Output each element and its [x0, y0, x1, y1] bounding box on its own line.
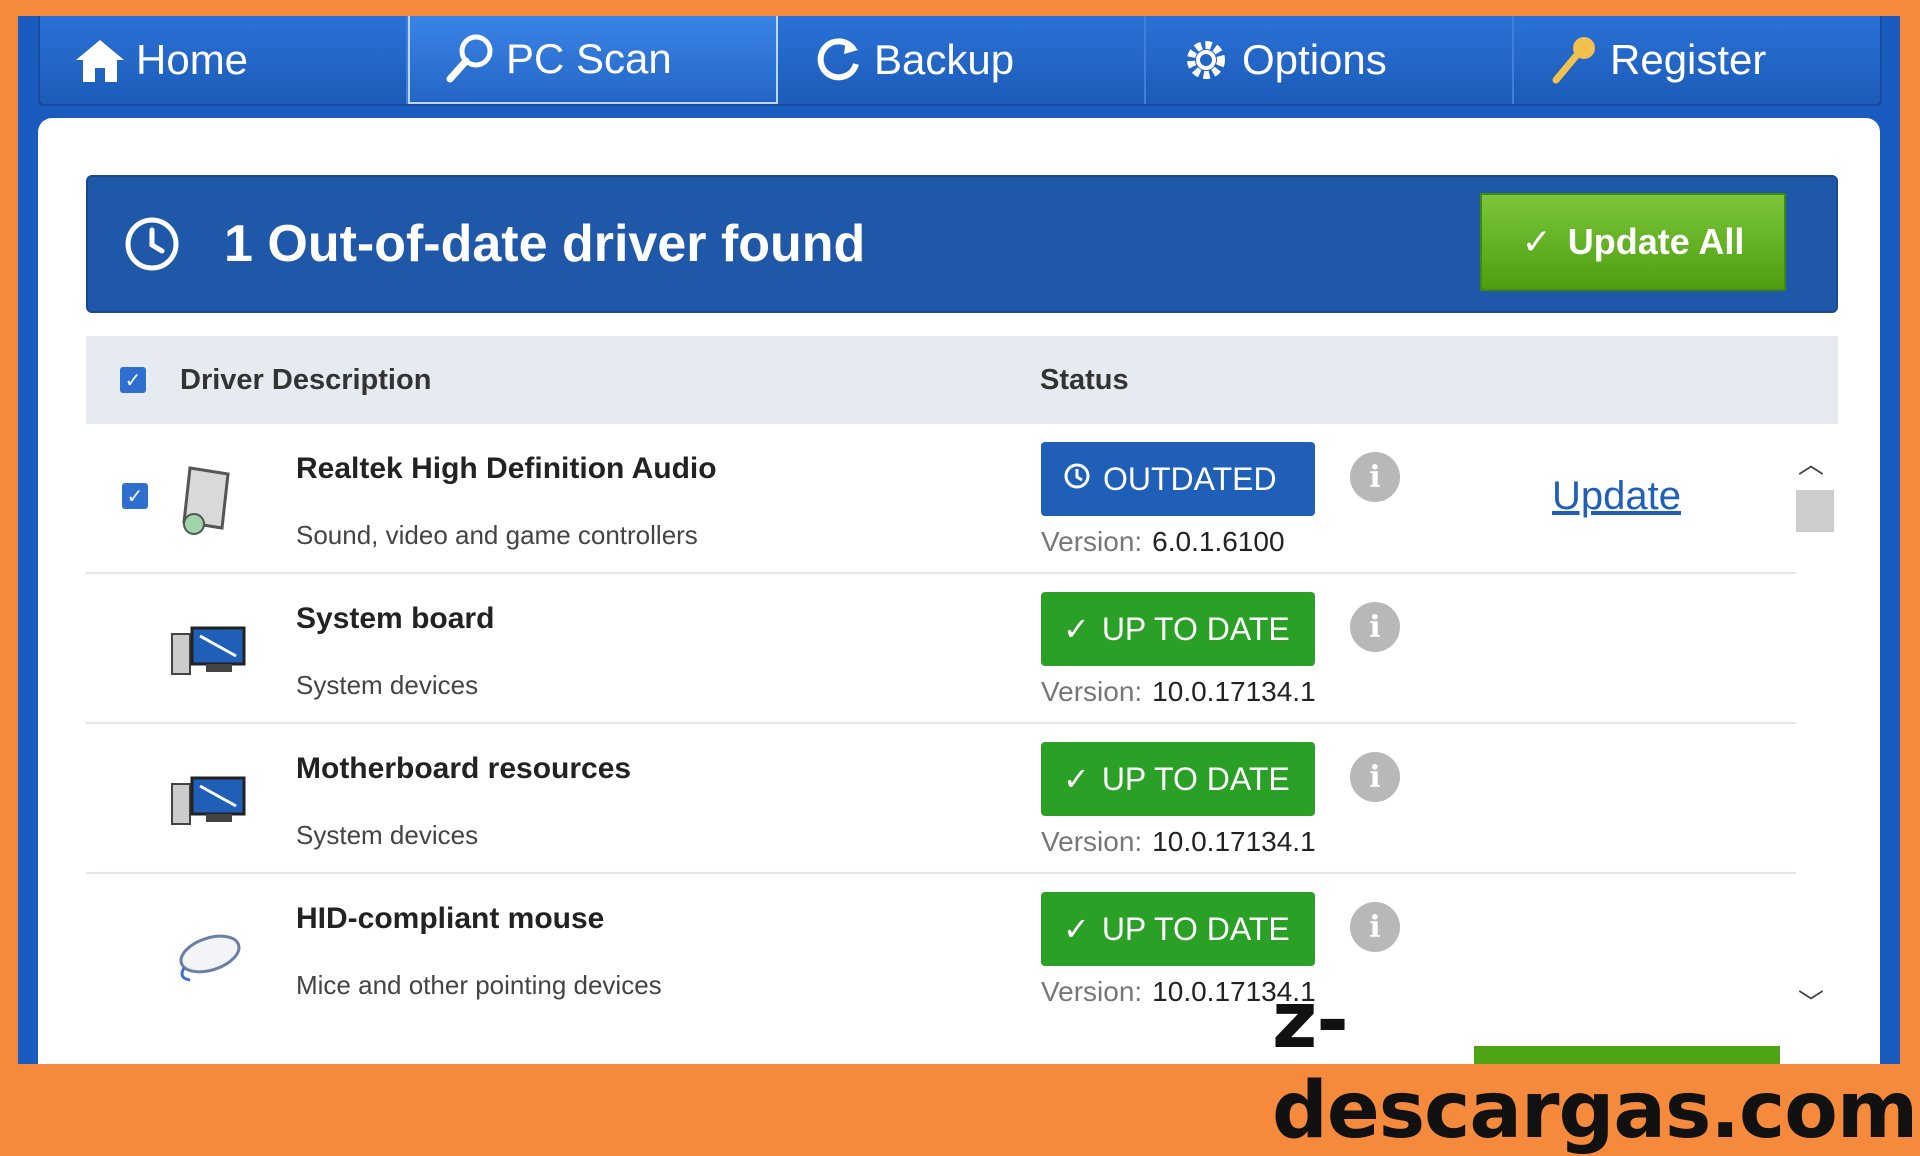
update-all-label: Update All — [1567, 221, 1745, 262]
tab-label: PC Scan — [506, 35, 672, 82]
version-label: Version: — [1041, 826, 1143, 857]
select-all-checkbox[interactable]: ✓ — [120, 367, 146, 393]
version-label: Version: — [1041, 676, 1143, 707]
tab-register[interactable]: Register — [1514, 16, 1880, 104]
driver-category: System devices — [296, 670, 479, 700]
driver-version: Version: 6.0.1.6100 — [1041, 526, 1285, 558]
status-label: UP TO DATE — [1101, 910, 1290, 947]
check-icon: ✓ — [1521, 221, 1552, 262]
version-label: Version: — [1041, 526, 1143, 557]
driver-category: Sound, video and game controllers — [296, 520, 698, 550]
version-value: 10.0.17134.1 — [1152, 676, 1316, 707]
version-value: 10.0.17134.1 — [1152, 826, 1316, 857]
tab-options[interactable]: Options — [1146, 16, 1514, 104]
driver-name: Realtek High Definition Audio — [296, 452, 717, 485]
info-icon[interactable]: i — [1350, 902, 1400, 952]
clock-icon — [1063, 461, 1091, 498]
computer-icon — [170, 758, 250, 838]
refresh-icon — [812, 34, 864, 86]
mouse-icon — [170, 908, 250, 988]
audio-device-icon — [170, 458, 250, 538]
status-badge: ✓ UP TO DATE — [1041, 592, 1315, 666]
status-badge: OUTDATED — [1041, 442, 1315, 516]
scan-result-banner: 1 Out-of-date driver found ✓ Update All — [86, 175, 1838, 313]
info-icon[interactable]: i — [1350, 452, 1400, 502]
update-link[interactable]: Update — [1552, 474, 1681, 519]
row-checkbox[interactable]: ✓ — [122, 483, 148, 509]
watermark-text: z-descargas.com — [1272, 976, 1918, 1156]
version-value: 6.0.1.6100 — [1152, 526, 1285, 557]
computer-icon — [170, 608, 250, 688]
info-icon[interactable]: i — [1350, 602, 1400, 652]
status-badge: ✓ UP TO DATE — [1041, 892, 1315, 966]
status-label: OUTDATED — [1103, 460, 1277, 497]
table-header: ✓ Driver Description Status — [86, 336, 1838, 424]
check-icon: ✓ — [1063, 611, 1090, 647]
scrollbar-thumb[interactable] — [1796, 490, 1834, 532]
driver-category: Mice and other pointing devices — [296, 970, 662, 1000]
key-icon — [1548, 34, 1600, 86]
status-label: UP TO DATE — [1101, 760, 1290, 797]
tab-label: Home — [136, 36, 249, 83]
driver-name: HID-compliant mouse — [296, 902, 605, 935]
tab-label: Register — [1610, 36, 1767, 83]
gear-icon — [1180, 34, 1232, 86]
tab-label: Backup — [874, 36, 1015, 83]
info-icon[interactable]: i — [1350, 752, 1400, 802]
banner-title: 1 Out-of-date driver found — [224, 215, 866, 273]
tab-home[interactable]: Home — [40, 16, 408, 104]
update-all-button[interactable]: ✓ Update All — [1480, 193, 1786, 291]
driver-list: ✓ Realtek High Definition Audio Sound, v… — [86, 424, 1796, 1024]
version-label: Version: — [1041, 976, 1143, 1007]
clock-icon — [124, 216, 180, 272]
tab-label: Options — [1242, 36, 1387, 83]
driver-version: Version: 10.0.17134.1 — [1041, 826, 1316, 858]
check-icon: ✓ — [1063, 761, 1090, 797]
table-row: System board System devices ✓ UP TO DATE… — [86, 574, 1796, 724]
scrollbar[interactable]: ︿ ﹀ — [1794, 444, 1834, 1020]
driver-name: Motherboard resources — [296, 752, 632, 785]
status-label: UP TO DATE — [1101, 610, 1290, 647]
chevron-up-icon[interactable]: ︿ — [1798, 444, 1824, 481]
driver-category: System devices — [296, 820, 479, 850]
tab-backup[interactable]: Backup — [778, 16, 1146, 104]
tab-pc-scan[interactable]: PC Scan — [408, 16, 778, 104]
app-window: Home PC Scan Backup Options Register 1 O… — [18, 16, 1900, 1064]
home-icon — [74, 34, 126, 86]
table-row: Motherboard resources System devices ✓ U… — [86, 724, 1796, 874]
table-row: ✓ Realtek High Definition Audio Sound, v… — [86, 424, 1796, 574]
status-badge: ✓ UP TO DATE — [1041, 742, 1315, 816]
driver-name: System board — [296, 602, 495, 635]
magnifier-icon — [444, 33, 496, 85]
driver-version: Version: 10.0.17134.1 — [1041, 676, 1316, 708]
top-nav: Home PC Scan Backup Options Register — [38, 16, 1882, 106]
check-icon: ✓ — [1063, 911, 1090, 947]
column-header-description: Driver Description — [180, 363, 432, 396]
column-header-status: Status — [1040, 363, 1129, 396]
